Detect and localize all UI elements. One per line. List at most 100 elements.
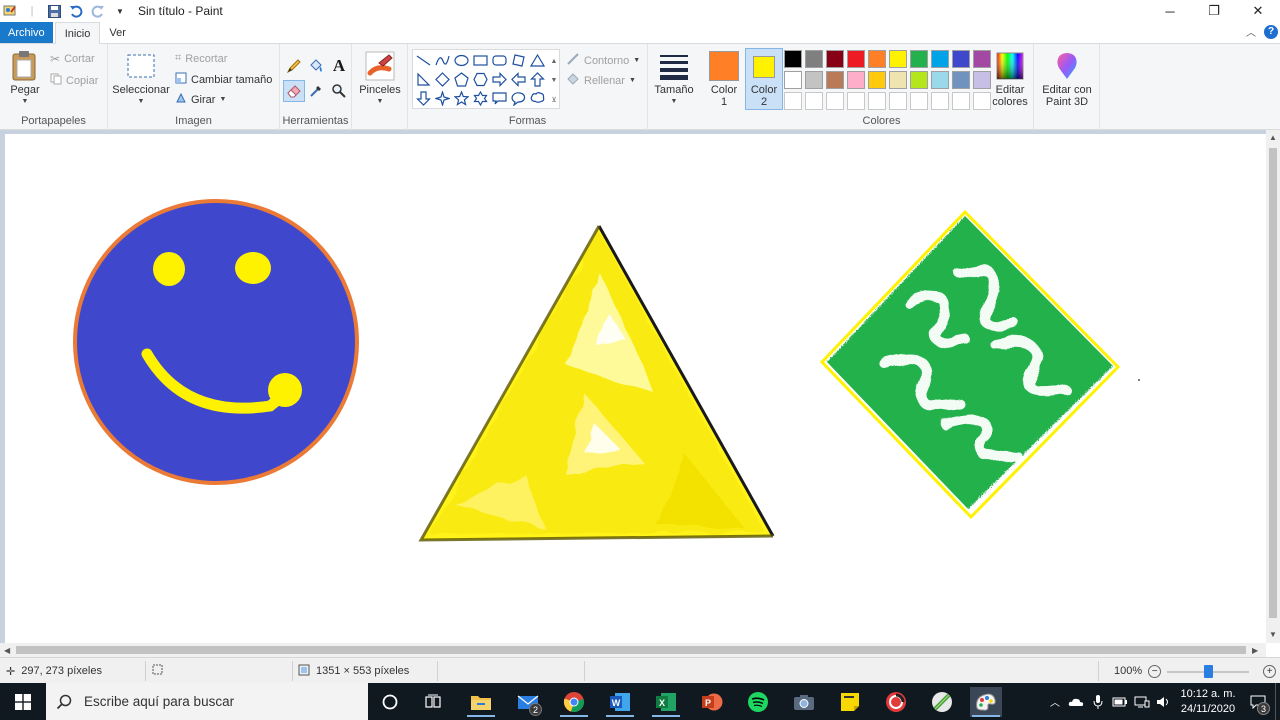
sticky-notes-icon[interactable] bbox=[834, 687, 866, 717]
tab-archivo[interactable]: Archivo bbox=[0, 22, 53, 43]
color1-button[interactable]: Color 1 bbox=[705, 48, 743, 110]
magnifier-icon[interactable] bbox=[328, 80, 350, 102]
palette-custom-slot[interactable] bbox=[805, 92, 823, 110]
excel-icon[interactable]: X bbox=[650, 687, 682, 717]
color2-button[interactable]: Color 2 bbox=[745, 48, 783, 110]
right-arrow-shape-icon[interactable] bbox=[490, 70, 509, 89]
fill-button[interactable]: Rellenar ▼ bbox=[566, 72, 636, 89]
copy-button[interactable]: Copiar bbox=[50, 73, 98, 88]
left-arrow-shape-icon[interactable] bbox=[509, 70, 528, 89]
eraser-icon[interactable] bbox=[283, 80, 305, 102]
palette-custom-slot[interactable] bbox=[952, 92, 970, 110]
rounded-rectangle-shape-icon[interactable] bbox=[490, 51, 509, 70]
help-icon[interactable]: ? bbox=[1264, 24, 1278, 39]
polygon-shape-icon[interactable] bbox=[509, 51, 528, 70]
onedrive-icon[interactable] bbox=[1065, 697, 1087, 707]
show-hidden-icons-icon[interactable]: ︿ bbox=[1045, 694, 1065, 709]
mail-icon[interactable]: 2 bbox=[512, 687, 544, 717]
horizontal-scrollbar[interactable]: ◀ ▶ bbox=[0, 643, 1266, 657]
palette-swatch[interactable] bbox=[868, 71, 886, 89]
drawing-canvas[interactable] bbox=[5, 134, 1266, 643]
curve-shape-icon[interactable] bbox=[433, 51, 452, 70]
palette-swatch[interactable] bbox=[931, 71, 949, 89]
task-view-icon[interactable] bbox=[418, 687, 450, 717]
palette-swatch[interactable] bbox=[847, 50, 865, 68]
crop-button[interactable]: ⌗ Recortar bbox=[175, 52, 227, 65]
taskbar-search-box[interactable]: Escribe aquí para buscar bbox=[46, 683, 368, 720]
shapes-scroll-down-icon[interactable]: ▼ bbox=[548, 71, 560, 90]
color-picker-icon[interactable] bbox=[305, 80, 327, 102]
battery-icon[interactable] bbox=[1109, 697, 1131, 707]
outline-button[interactable]: Contorno ▼ bbox=[566, 52, 640, 69]
rectangle-shape-icon[interactable] bbox=[471, 51, 490, 70]
palette-custom-slot[interactable] bbox=[868, 92, 886, 110]
file-explorer-icon[interactable] bbox=[465, 687, 497, 717]
chrome-icon[interactable] bbox=[558, 687, 590, 717]
save-icon[interactable] bbox=[46, 3, 62, 19]
network-icon[interactable] bbox=[1131, 696, 1153, 708]
palette-swatch[interactable] bbox=[952, 50, 970, 68]
six-point-star-shape-icon[interactable] bbox=[471, 89, 490, 108]
zoom-slider[interactable] bbox=[1167, 664, 1250, 678]
triangle-shape-icon[interactable] bbox=[528, 51, 547, 70]
line-shape-icon[interactable] bbox=[414, 51, 433, 70]
four-point-star-shape-icon[interactable] bbox=[433, 89, 452, 108]
collapse-ribbon-icon[interactable]: ︿ bbox=[1246, 24, 1256, 39]
cloud-callout-shape-icon[interactable] bbox=[528, 89, 547, 108]
up-arrow-shape-icon[interactable] bbox=[528, 70, 547, 89]
palette-swatch[interactable] bbox=[889, 71, 907, 89]
palette-swatch[interactable] bbox=[910, 50, 928, 68]
undo-icon[interactable] bbox=[68, 3, 84, 19]
camera-icon[interactable] bbox=[788, 687, 820, 717]
palette-swatch[interactable] bbox=[868, 50, 886, 68]
down-arrow-shape-icon[interactable] bbox=[414, 89, 433, 108]
zoom-slider-thumb[interactable] bbox=[1204, 664, 1214, 678]
shapes-scroll-up-icon[interactable]: ▲ bbox=[548, 52, 560, 71]
scroll-left-icon[interactable]: ◀ bbox=[4, 646, 10, 655]
notifications-icon[interactable]: 3 bbox=[1241, 683, 1275, 720]
powerpoint-icon[interactable]: P bbox=[696, 687, 728, 717]
tab-inicio[interactable]: Inicio bbox=[54, 22, 101, 44]
palette-swatch[interactable] bbox=[784, 50, 802, 68]
palette-custom-slot[interactable] bbox=[889, 92, 907, 110]
palette-custom-slot[interactable] bbox=[784, 92, 802, 110]
geogebra-icon[interactable] bbox=[926, 687, 958, 717]
diamond-shape-icon[interactable] bbox=[433, 70, 452, 89]
palette-swatch[interactable] bbox=[805, 71, 823, 89]
screen-recorder-icon[interactable] bbox=[880, 687, 912, 717]
paste-button[interactable]: Pegar ▼ bbox=[8, 50, 42, 108]
show-desktop-button[interactable] bbox=[1275, 683, 1280, 720]
select-button[interactable]: Seleccionar ▼ bbox=[112, 50, 170, 108]
paint-app-icon[interactable] bbox=[2, 3, 18, 19]
palette-custom-slot[interactable] bbox=[826, 92, 844, 110]
palette-swatch[interactable] bbox=[889, 50, 907, 68]
palette-swatch[interactable] bbox=[931, 50, 949, 68]
customize-toolbar-icon[interactable]: ▼ bbox=[112, 3, 128, 19]
spotify-icon[interactable] bbox=[742, 687, 774, 717]
palette-swatch[interactable] bbox=[826, 71, 844, 89]
taskbar-clock[interactable]: 10:12 a. m. 24/11/2020 bbox=[1175, 687, 1241, 717]
palette-swatch[interactable] bbox=[805, 50, 823, 68]
microphone-icon[interactable] bbox=[1087, 694, 1109, 709]
palette-swatch[interactable] bbox=[826, 50, 844, 68]
pencil-icon[interactable] bbox=[283, 55, 305, 77]
palette-custom-slot[interactable] bbox=[931, 92, 949, 110]
palette-custom-slot[interactable] bbox=[847, 92, 865, 110]
oval-shape-icon[interactable] bbox=[452, 51, 471, 70]
five-point-star-shape-icon[interactable] bbox=[452, 89, 471, 108]
palette-swatch[interactable] bbox=[952, 71, 970, 89]
start-button[interactable] bbox=[0, 683, 46, 720]
brushes-button[interactable]: Pinceles ▼ bbox=[358, 50, 402, 108]
vertical-scroll-thumb[interactable] bbox=[1269, 148, 1277, 618]
palette-swatch[interactable] bbox=[847, 71, 865, 89]
volume-icon[interactable] bbox=[1153, 696, 1175, 708]
palette-swatch[interactable] bbox=[910, 71, 928, 89]
scroll-down-icon[interactable]: ▼ bbox=[1269, 630, 1277, 639]
right-triangle-shape-icon[interactable] bbox=[414, 70, 433, 89]
zoom-in-icon[interactable]: + bbox=[1263, 664, 1277, 678]
palette-swatch[interactable] bbox=[784, 71, 802, 89]
edit-colors-button[interactable]: Editar colores bbox=[988, 50, 1032, 108]
cortana-icon[interactable] bbox=[374, 687, 406, 717]
edit-with-paint3d-button[interactable]: Editar con Paint 3D bbox=[1038, 50, 1096, 108]
shapes-more-icon[interactable]: ⊻ bbox=[548, 90, 560, 109]
